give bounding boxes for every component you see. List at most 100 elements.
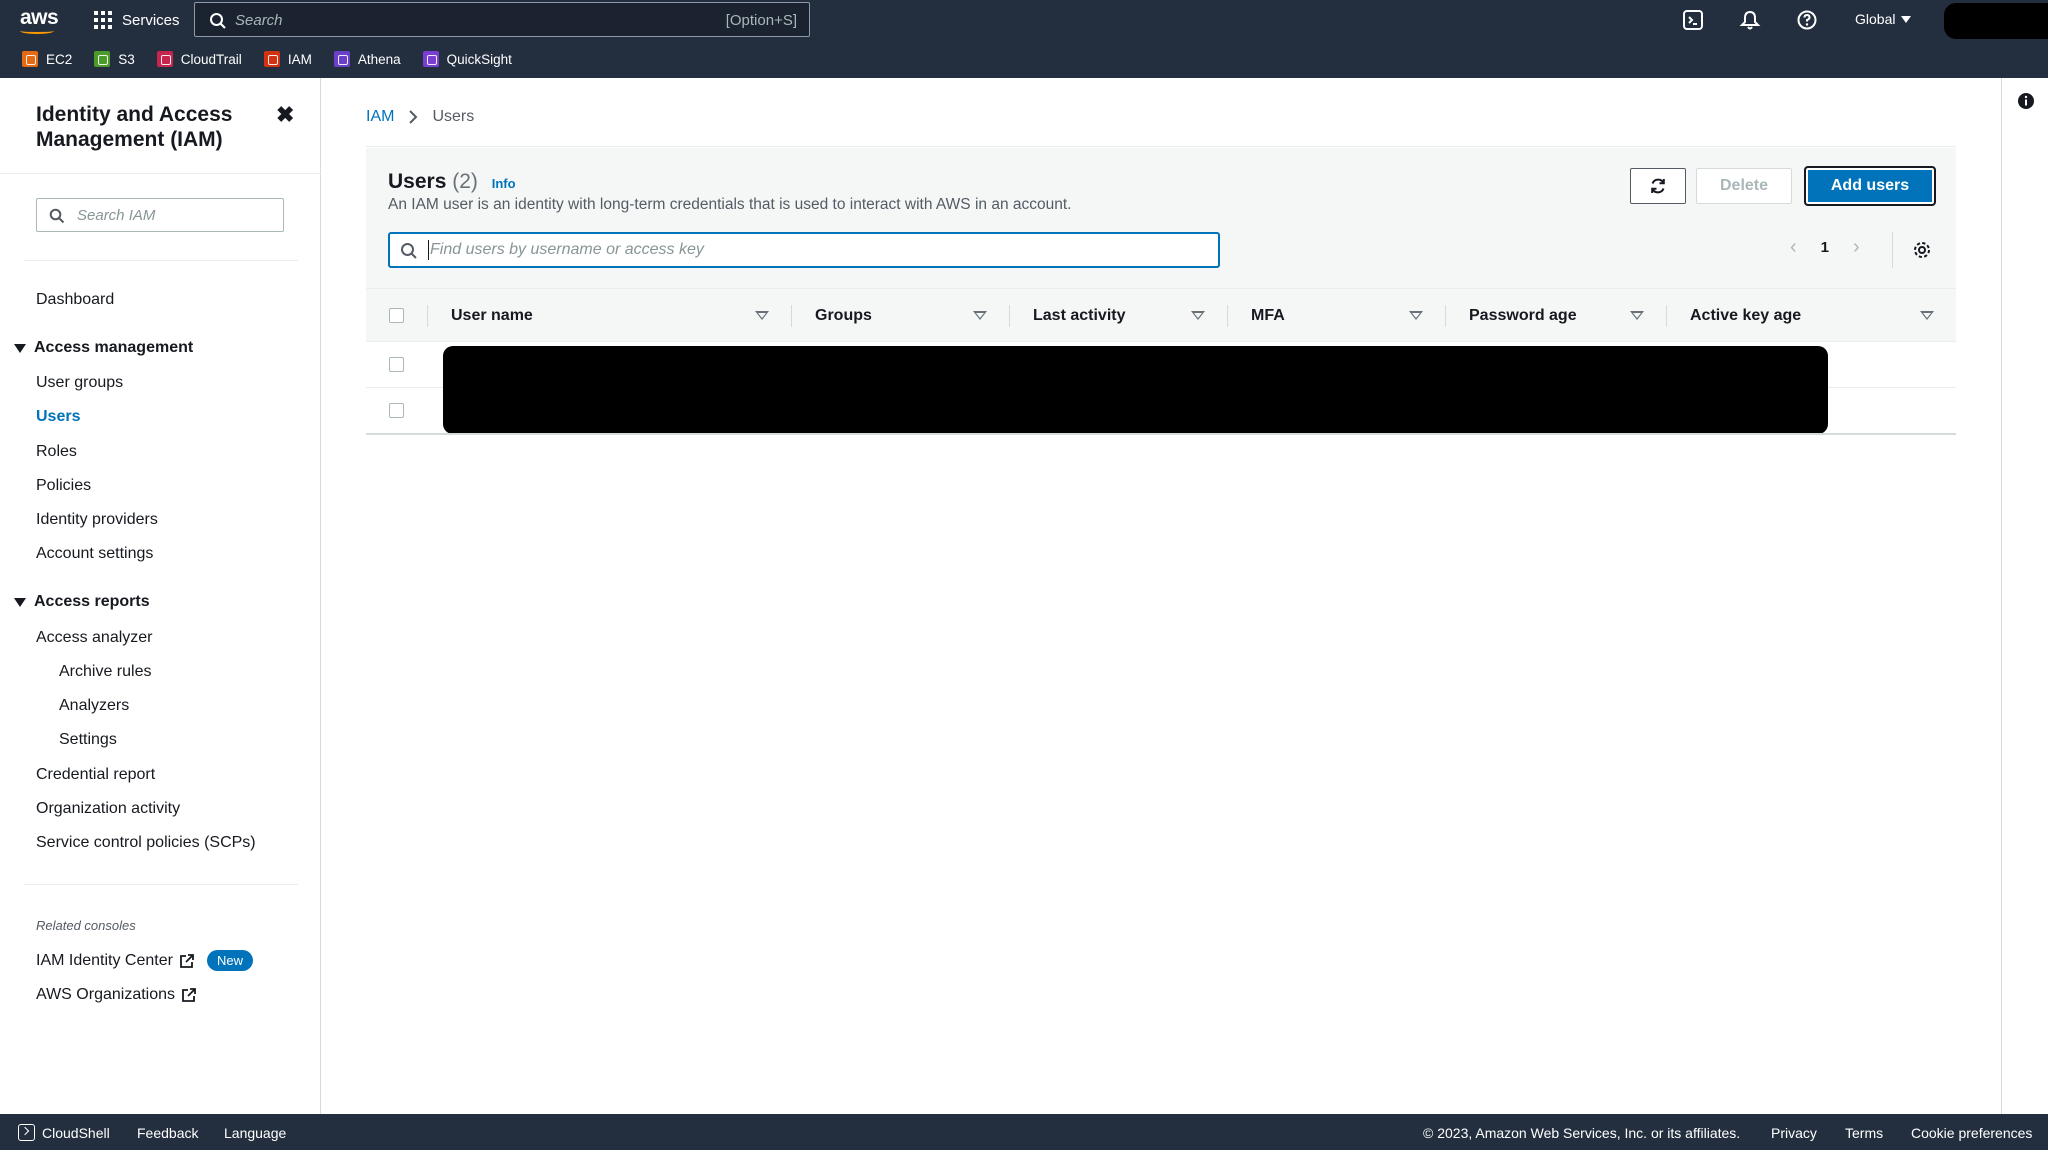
search-icon (401, 243, 417, 259)
related-link-label: AWS Organizations (36, 986, 176, 1003)
footer-copyright: © 2023, Amazon Web Services, Inc. or its… (1423, 1125, 1741, 1141)
select-all-checkbox[interactable] (389, 308, 404, 323)
search-shortcut-hint: [Option+S] (725, 12, 797, 29)
divider (0, 173, 321, 174)
delete-button[interactable]: Delete (1696, 168, 1792, 204)
sidebar-item-roles[interactable]: Roles (36, 443, 77, 461)
sidebar-item-user-groups[interactable]: User groups (36, 374, 123, 392)
chevron-right-icon (409, 110, 418, 124)
favorite-label: CloudTrail (180, 51, 242, 67)
users-table-columns: User name Groups Last activity MFA Passw… (366, 288, 1956, 342)
refresh-icon (1651, 178, 1665, 194)
region-selector[interactable]: Global (1855, 11, 1912, 27)
column-divider (1227, 305, 1228, 327)
sidebar-item-analyzer-settings[interactable]: Settings (59, 731, 117, 749)
sort-icon[interactable] (973, 311, 987, 320)
account-menu-redacted[interactable] (1944, 3, 2048, 39)
sort-icon[interactable] (755, 311, 769, 320)
column-divider (427, 305, 428, 327)
chevron-right-icon[interactable]: › (1853, 236, 1860, 259)
favorite-iam[interactable]: IAM (263, 51, 312, 67)
caret-down-icon (14, 343, 26, 353)
user-filter-input[interactable]: Find users by username or access key (388, 232, 1220, 268)
divider (24, 884, 298, 885)
gear-icon[interactable] (1912, 240, 1932, 260)
sort-icon[interactable] (1409, 311, 1423, 320)
column-last-activity[interactable]: Last activity (1033, 307, 1125, 325)
footer-cookie-preferences[interactable]: Cookie preferences (1911, 1125, 2032, 1141)
add-users-button[interactable]: Add users (1804, 166, 1936, 206)
cloudshell-icon[interactable] (1682, 9, 1704, 31)
close-icon[interactable]: ✖ (276, 102, 294, 128)
favorites-bar: EC2 S3 CloudTrail IAM Athena QuickSight (0, 46, 534, 72)
row-checkbox[interactable] (389, 357, 404, 372)
sidebar-item-organization-activity[interactable]: Organization activity (36, 800, 180, 818)
footer-terms[interactable]: Terms (1845, 1125, 1883, 1141)
column-divider (791, 305, 792, 327)
footer-language[interactable]: Language (224, 1125, 286, 1141)
sidebar-item-analyzers[interactable]: Analyzers (59, 697, 129, 715)
breadcrumb-iam[interactable]: IAM (366, 108, 394, 126)
row-checkbox[interactable] (389, 403, 404, 418)
athena-icon (333, 51, 350, 67)
sidebar-item-identity-providers[interactable]: Identity providers (36, 511, 158, 529)
sidebar-title[interactable]: Identity and Access Management (IAM) (36, 102, 266, 152)
divider (24, 260, 298, 261)
footer-privacy[interactable]: Privacy (1771, 1125, 1817, 1141)
column-password-age[interactable]: Password age (1469, 307, 1577, 325)
breadcrumb: IAM Users (366, 108, 474, 126)
new-badge: New (206, 950, 253, 971)
column-divider (1445, 305, 1446, 327)
sidebar-item-access-analyzer[interactable]: Access analyzer (36, 629, 153, 647)
footer-feedback[interactable]: Feedback (137, 1125, 198, 1141)
help-icon[interactable] (1796, 9, 1818, 31)
section-access-reports[interactable]: Access reports (14, 593, 150, 611)
footer-cloudshell[interactable]: CloudShell (42, 1125, 110, 1141)
users-description: An IAM user is an identity with long-ter… (388, 196, 1072, 213)
related-link-label: IAM Identity Center (36, 951, 173, 969)
ec2-icon (22, 51, 38, 67)
sidebar-item-users[interactable]: Users (36, 408, 80, 426)
favorite-cloudtrail[interactable]: CloudTrail (156, 51, 242, 67)
refresh-button[interactable] (1630, 168, 1686, 204)
favorite-ec2[interactable]: EC2 (22, 51, 72, 67)
region-label: Global (1855, 11, 1896, 27)
breadcrumb-users: Users (432, 108, 475, 125)
link-aws-organizations[interactable]: AWS Organizations (36, 986, 197, 1004)
sidebar-item-scps[interactable]: Service control policies (SCPs) (36, 834, 256, 852)
info-icon[interactable] (2017, 92, 2035, 110)
column-active-key-age[interactable]: Active key age (1690, 307, 1801, 325)
column-groups[interactable]: Groups (815, 307, 872, 325)
favorite-s3[interactable]: S3 (94, 51, 135, 67)
sidebar-item-credential-report[interactable]: Credential report (36, 766, 155, 784)
sidebar-item-dashboard[interactable]: Dashboard (36, 291, 114, 309)
sort-icon[interactable] (1920, 311, 1934, 320)
column-mfa[interactable]: MFA (1251, 307, 1285, 325)
section-heading: Access management (34, 339, 194, 356)
chevron-left-icon[interactable]: ‹ (1790, 236, 1797, 259)
sidebar-item-policies[interactable]: Policies (36, 477, 91, 495)
cloudshell-icon[interactable] (18, 1124, 35, 1141)
sidebar-search-input[interactable]: Search IAM (36, 198, 284, 232)
favorite-label: Athena (357, 51, 401, 67)
notifications-icon[interactable] (1739, 9, 1761, 31)
services-menu-button[interactable]: Services (94, 8, 180, 32)
related-consoles-heading: Related consoles (36, 918, 136, 933)
global-search-input[interactable]: Search [Option+S] (194, 2, 810, 37)
pagination: ‹ 1 › (1790, 236, 1860, 259)
sidebar-item-account-settings[interactable]: Account settings (36, 545, 153, 563)
sidebar-item-archive-rules[interactable]: Archive rules (59, 663, 151, 681)
favorite-quicksight[interactable]: QuickSight (422, 51, 512, 67)
column-user-name[interactable]: User name (451, 307, 533, 325)
info-link[interactable]: Info (492, 176, 516, 191)
aws-logo[interactable]: aws (20, 6, 59, 30)
sort-icon[interactable] (1630, 311, 1644, 320)
console-footer: CloudShell Feedback Language © 2023, Ama… (0, 1114, 2048, 1150)
sort-icon[interactable] (1191, 311, 1205, 320)
top-navigation-bar: aws Services Search [Option+S] Global (0, 0, 2048, 40)
link-iam-identity-center[interactable]: IAM Identity Center New (36, 950, 253, 971)
search-icon (49, 208, 65, 224)
favorite-athena[interactable]: Athena (333, 51, 401, 67)
current-page[interactable]: 1 (1821, 239, 1829, 256)
section-access-management[interactable]: Access management (14, 339, 193, 357)
